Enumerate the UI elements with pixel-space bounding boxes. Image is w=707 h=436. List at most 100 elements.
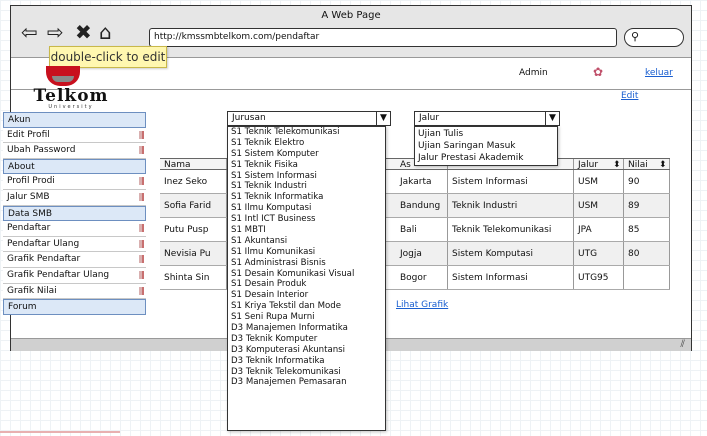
jurusan-option[interactable]: S1 Desain Produk bbox=[231, 279, 385, 290]
jurusan-option[interactable]: S1 Desain Interior bbox=[231, 290, 385, 301]
jurusan-option[interactable]: S1 Sistem Komputer bbox=[231, 149, 385, 160]
pin-icon bbox=[139, 192, 144, 201]
sidebar-item-label: About bbox=[8, 161, 35, 172]
logo-subtext: University bbox=[48, 104, 94, 110]
jurusan-option[interactable]: D3 Teknik Telekomunikasi bbox=[231, 367, 385, 378]
forward-arrow-icon[interactable]: ⇨ bbox=[47, 22, 64, 42]
sidebar-item[interactable]: About bbox=[3, 158, 146, 175]
dropdown-arrow-icon[interactable]: ▼ bbox=[376, 112, 390, 125]
jurusan-option[interactable]: S1 Sistem Informasi bbox=[231, 171, 385, 182]
telkom-logo-mark bbox=[46, 66, 80, 86]
pin-icon bbox=[139, 286, 144, 295]
cell-jurusan: Teknik Telekomunikasi bbox=[448, 218, 574, 241]
jurusan-option[interactable]: D3 Teknik Informatika bbox=[231, 356, 385, 367]
sidebar-item[interactable]: Profil Prodi bbox=[3, 174, 146, 190]
sidebar-item-label: Edit Profil bbox=[7, 129, 50, 140]
edit-tooltip: double-click to edit bbox=[49, 46, 167, 68]
sidebar-item[interactable]: Jalur SMB bbox=[3, 189, 146, 206]
jurusan-option[interactable]: S1 Teknik Informatika bbox=[231, 192, 385, 203]
jurusan-option[interactable]: S1 Ilmu Komputasi bbox=[231, 203, 385, 214]
jurusan-option[interactable]: D3 Manajemen Pemasaran bbox=[231, 377, 385, 388]
sidebar-item-label: Akun bbox=[8, 115, 31, 125]
sidebar-item-label: Jalur SMB bbox=[7, 191, 50, 202]
jurusan-option[interactable]: D3 Komputerasi Akuntansi bbox=[231, 345, 385, 356]
sidebar-item-label: Ubah Password bbox=[7, 145, 76, 156]
cell-jalur: USM bbox=[574, 170, 624, 193]
cell-jurusan: Sistem Komputasi bbox=[448, 242, 574, 265]
cell-asal: Jakarta bbox=[396, 170, 448, 193]
cell-asal: Jogja bbox=[396, 242, 448, 265]
jurusan-select-value: Jurusan bbox=[232, 113, 266, 123]
cell-nilai: 90 bbox=[624, 170, 670, 193]
column-header-nama[interactable]: Nama bbox=[160, 159, 227, 169]
sidebar-item[interactable]: Data SMB bbox=[3, 205, 146, 222]
user-avatar-icon[interactable]: ✿ bbox=[593, 65, 603, 79]
home-icon[interactable]: ⌂ bbox=[99, 22, 112, 42]
sidebar-item[interactable]: Forum bbox=[3, 299, 146, 315]
admin-label: Admin bbox=[519, 68, 548, 78]
cell-jurusan: Sistem Informasi bbox=[448, 266, 574, 289]
pin-icon bbox=[139, 255, 144, 264]
jurusan-option[interactable]: D3 Teknik Komputer bbox=[231, 334, 385, 345]
sidebar-item-label: Grafik Pendaftar Ulang bbox=[7, 269, 110, 280]
sidebar-item-label: Pendaftar Ulang bbox=[7, 238, 80, 249]
sidebar-item[interactable]: Grafik Pendaftar bbox=[3, 252, 146, 268]
jurusan-option[interactable]: S1 Desain Komunikasi Visual bbox=[231, 269, 385, 280]
cell-nilai bbox=[624, 266, 670, 289]
jalur-options-list: Ujian Tulis Ujian Saringan Masuk Jalur Pre… bbox=[414, 126, 558, 166]
sidebar-item[interactable]: Akun bbox=[3, 112, 146, 128]
cell-jalur: JPA bbox=[574, 218, 624, 241]
cell-jalur: UTG bbox=[574, 242, 624, 265]
sidebar-item[interactable]: Grafik Pendaftar Ulang bbox=[3, 267, 146, 284]
cell-jurusan: Sistem Informasi bbox=[448, 170, 574, 193]
edit-link[interactable]: Edit bbox=[621, 91, 638, 101]
logout-link[interactable]: keluar bbox=[645, 68, 673, 78]
cell-nama: Putu Pusp bbox=[160, 218, 227, 241]
pin-icon bbox=[139, 224, 144, 233]
cell-jurusan: Teknik Industri bbox=[448, 194, 574, 217]
sidebar-item[interactable]: Pendaftar bbox=[3, 221, 146, 237]
sidebar-item-label: Grafik Nilai bbox=[7, 285, 57, 296]
pin-icon bbox=[139, 270, 144, 279]
sidebar-item-label: Pendaftar bbox=[7, 223, 51, 234]
jurusan-options-list: S1 Teknik Telekomunikasi S1 Teknik Elektr… bbox=[227, 126, 386, 431]
jalur-option[interactable]: Ujian Tulis bbox=[418, 128, 557, 140]
cell-nilai: 89 bbox=[624, 194, 670, 217]
jurusan-option[interactable]: D3 Manajemen Informatika bbox=[231, 323, 385, 334]
cell-nama: Inez Seko bbox=[160, 170, 227, 193]
jurusan-option[interactable]: S1 Teknik Elektro bbox=[231, 138, 385, 149]
jalur-option[interactable]: Ujian Saringan Masuk bbox=[418, 140, 557, 152]
jalur-option[interactable]: Jalur Prestasi Akademik bbox=[418, 152, 557, 164]
jurusan-option[interactable]: S1 Administrasi Bisnis bbox=[231, 258, 385, 269]
browser-search-field[interactable]: ⚲ bbox=[624, 28, 684, 47]
pin-icon bbox=[139, 239, 144, 248]
dropdown-arrow-icon[interactable]: ▼ bbox=[545, 112, 559, 125]
sidebar-item[interactable]: Edit Profil bbox=[3, 127, 146, 144]
resize-grip-icon[interactable]: ⫽ bbox=[681, 339, 685, 351]
pin-icon bbox=[139, 177, 144, 186]
back-arrow-icon[interactable]: ⇦ bbox=[21, 22, 38, 42]
jurusan-select[interactable]: Jurusan ▼ bbox=[227, 111, 391, 126]
jurusan-option[interactable]: S1 Teknik Telekomunikasi bbox=[231, 127, 385, 138]
cell-asal: Bandung bbox=[396, 194, 448, 217]
jurusan-option[interactable]: S1 Intl ICT Business bbox=[231, 214, 385, 225]
close-x-icon[interactable]: ✖ bbox=[75, 22, 92, 42]
lihat-grafik-link[interactable]: Lihat Grafik bbox=[396, 300, 448, 310]
jurusan-option[interactable]: S1 Teknik Industri bbox=[231, 181, 385, 192]
bottom-edge-marker bbox=[0, 431, 120, 433]
jurusan-option[interactable]: S1 Ilmu Komunikasi bbox=[231, 247, 385, 258]
sidebar-menu: Akun Edit Profil Ubah Password About Profil … bbox=[3, 112, 146, 315]
jurusan-option[interactable]: S1 Akuntansi bbox=[231, 236, 385, 247]
jalur-select[interactable]: Jalur ▼ bbox=[414, 111, 560, 126]
sidebar-item[interactable]: Grafik Nilai bbox=[3, 283, 146, 300]
jurusan-option[interactable]: S1 Kriya Tekstil dan Mode bbox=[231, 301, 385, 312]
pin-icon bbox=[139, 130, 144, 139]
sidebar-item[interactable]: Pendaftar Ulang bbox=[3, 236, 146, 253]
jurusan-option[interactable]: S1 Seni Rupa Murni bbox=[231, 312, 385, 323]
url-input[interactable]: http://kmssmbtelkom.com/pendaftar bbox=[149, 28, 617, 47]
jurusan-option[interactable]: S1 Teknik Fisika bbox=[231, 160, 385, 171]
jurusan-option[interactable]: S1 MBTI bbox=[231, 225, 385, 236]
cell-nilai: 80 bbox=[624, 242, 670, 265]
search-icon: ⚲ bbox=[631, 30, 640, 43]
sidebar-item[interactable]: Ubah Password bbox=[3, 143, 146, 159]
